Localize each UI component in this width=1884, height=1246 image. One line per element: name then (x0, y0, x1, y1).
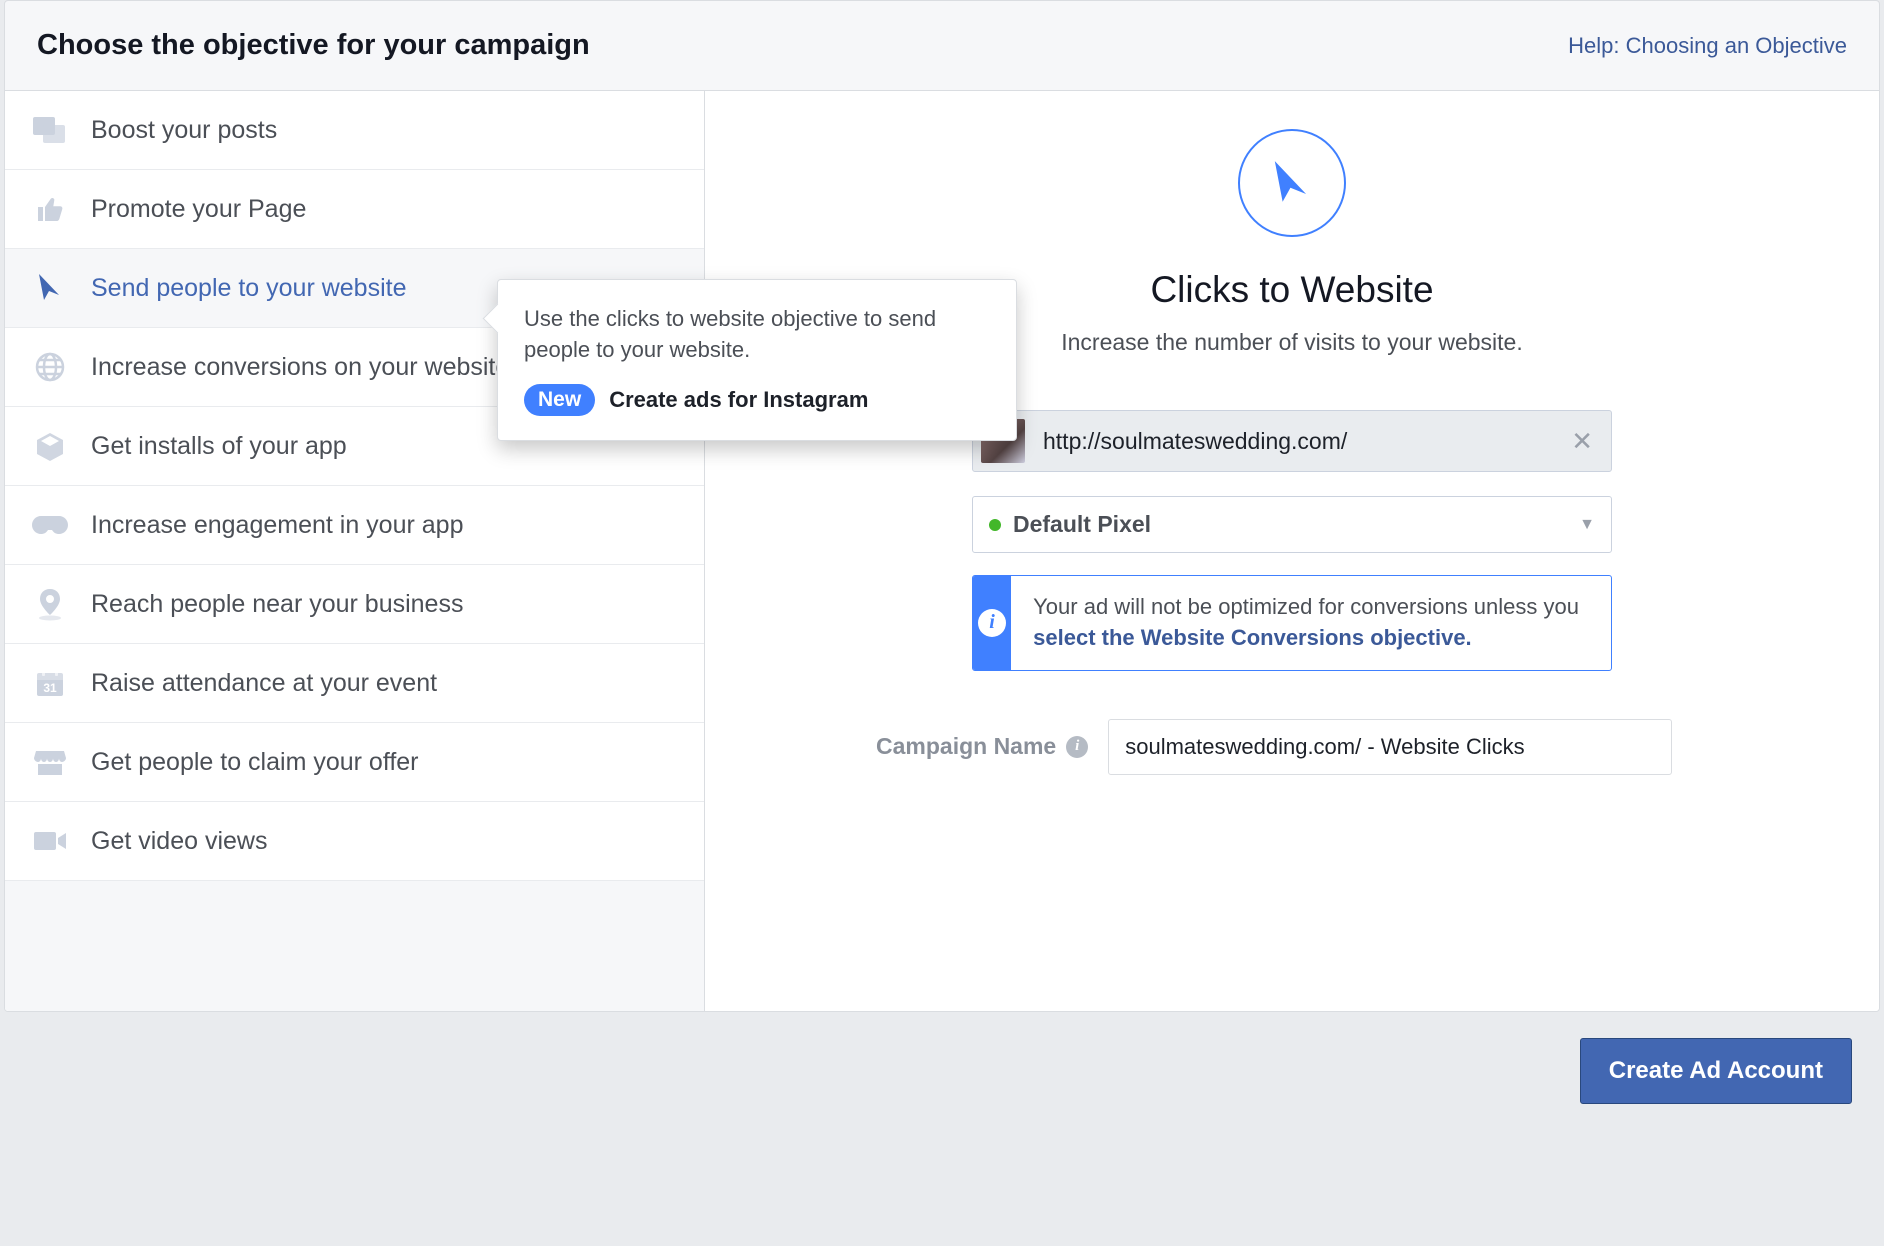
pixel-selector[interactable]: Default Pixel ▼ (972, 496, 1612, 553)
tooltip-new-row: New Create ads for Instagram (524, 384, 990, 416)
pixel-label: Default Pixel (1013, 511, 1151, 538)
objective-label: Boost your posts (91, 116, 277, 145)
globe-icon (31, 350, 69, 384)
chevron-down-icon: ▼ (1579, 516, 1595, 534)
gamepad-icon (31, 508, 69, 542)
conversion-warning-text: Your ad will not be optimized for conver… (1011, 576, 1611, 670)
video-camera-icon (31, 824, 69, 858)
objective-detail: Clicks to Website Increase the number of… (705, 91, 1879, 1011)
help-link[interactable]: Help: Choosing an Objective (1568, 33, 1847, 59)
panel-header: Choose the objective for your campaign H… (5, 1, 1879, 91)
objective-event[interactable]: 31 Raise attendance at your event (5, 644, 704, 723)
info-icon: i (973, 576, 1011, 670)
campaign-name-input[interactable] (1108, 719, 1672, 775)
storefront-icon (31, 745, 69, 779)
page-title: Choose the objective for your campaign (37, 29, 590, 62)
thumbs-up-icon (31, 192, 69, 226)
tooltip-badge-text: Create ads for Instagram (609, 387, 868, 413)
objective-detail-title: Clicks to Website (1150, 269, 1433, 311)
panel-body: Boost your posts Promote your Page Send … (5, 91, 1879, 1011)
objective-label: Increase conversions on your website (91, 353, 509, 382)
campaign-objective-panel: Choose the objective for your campaign H… (4, 0, 1880, 1012)
campaign-name-label-text: Campaign Name (876, 733, 1056, 760)
tooltip-description: Use the clicks to website objective to s… (524, 304, 990, 366)
conversion-warning: i Your ad will not be optimized for conv… (972, 575, 1612, 671)
svg-text:31: 31 (43, 681, 57, 695)
objective-app-engagement[interactable]: Increase engagement in your app (5, 486, 704, 565)
cursor-icon (31, 271, 69, 305)
campaign-name-label: Campaign Name i (876, 733, 1088, 760)
objective-boost-posts[interactable]: Boost your posts (5, 91, 704, 170)
objective-label: Get people to claim your offer (91, 748, 419, 777)
objective-label: Get installs of your app (91, 432, 347, 461)
objective-label: Promote your Page (91, 195, 306, 224)
objective-promote-page[interactable]: Promote your Page (5, 170, 704, 249)
pixel-selector-value: Default Pixel (989, 511, 1151, 538)
objective-sidebar: Boost your posts Promote your Page Send … (5, 91, 705, 1011)
objective-label: Get video views (91, 827, 267, 856)
objective-label: Send people to your website (91, 274, 407, 303)
objective-label: Increase engagement in your app (91, 511, 463, 540)
objective-local-awareness[interactable]: Reach people near your business (5, 565, 704, 644)
status-dot-icon (989, 519, 1001, 531)
objective-label: Raise attendance at your event (91, 669, 437, 698)
objective-label: Reach people near your business (91, 590, 463, 619)
objective-offer[interactable]: Get people to claim your offer (5, 723, 704, 802)
panel-footer: Create Ad Account (0, 1012, 1884, 1130)
objective-hero-icon (1238, 129, 1346, 237)
create-ad-account-button[interactable]: Create Ad Account (1580, 1038, 1852, 1104)
package-icon (31, 429, 69, 463)
campaign-name-row: Campaign Name i (912, 719, 1672, 775)
calendar-icon: 31 (31, 666, 69, 700)
info-icon[interactable]: i (1066, 736, 1088, 758)
warning-text: Your ad will not be optimized for conver… (1033, 594, 1579, 619)
objective-detail-subtitle: Increase the number of visits to your we… (1061, 329, 1523, 356)
clear-url-button[interactable]: ✕ (1567, 426, 1597, 457)
objective-video-views[interactable]: Get video views (5, 802, 704, 881)
objective-tooltip: Use the clicks to website objective to s… (497, 279, 1017, 441)
new-badge: New (524, 384, 595, 416)
website-url-value: http://soulmateswedding.com/ (1043, 428, 1567, 455)
sidebar-filler (5, 881, 704, 1011)
map-pin-icon (31, 587, 69, 621)
select-conversions-link[interactable]: select the Website Conversions objective… (1033, 625, 1472, 650)
website-url-field[interactable]: http://soulmateswedding.com/ ✕ (972, 410, 1612, 472)
post-icon (31, 113, 69, 147)
